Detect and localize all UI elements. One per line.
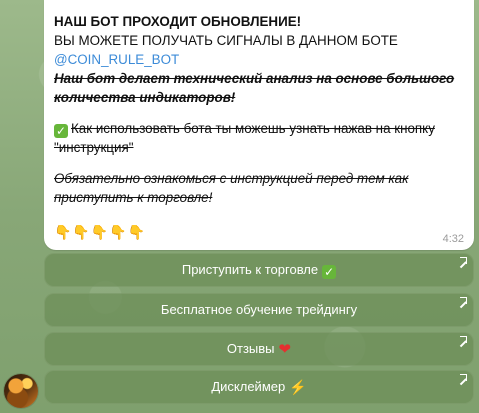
start-trading-label: Приступить к торговле <box>181 262 319 277</box>
warning-line-1: Обязательно ознакомься с инструкцией пер… <box>54 171 409 186</box>
message-subtitle: ВЫ МОЖЕТЕ ПОЛУЧАТЬ СИГНАЛЫ В ДАННОМ БОТЕ <box>54 33 398 48</box>
instruction-line-1: ✓ Как использовать бота ты можешь узнать … <box>54 121 435 138</box>
message-text: НАШ БОТ ПРОХОДИТ ОБНОВЛЕНИЕ! ВЫ МОЖЕТЕ П… <box>54 12 464 207</box>
bot-link[interactable]: @COIN_RULE_BOT <box>54 50 464 69</box>
start-trading-button[interactable]: Приступить к торговле ✓ <box>44 253 474 287</box>
heart-icon: ❤ <box>278 341 292 358</box>
free-training-button[interactable]: Бесплатное обучение трейдингу <box>44 293 474 327</box>
disclaimer-button[interactable]: Дисклеймер ⚡ <box>44 370 474 404</box>
message-time: 4:32 <box>442 233 464 245</box>
message-bubble: НАШ БОТ ПРОХОДИТ ОБНОВЛЕНИЕ! ВЫ МОЖЕТЕ П… <box>44 0 474 250</box>
external-link-icon <box>458 297 467 306</box>
check-icon: ✓ <box>322 265 337 279</box>
avatar <box>4 374 38 408</box>
external-link-icon <box>458 336 467 345</box>
external-link-icon <box>458 374 467 383</box>
instruction-line-2: "инструкция" <box>54 140 134 155</box>
lightning-icon: ⚡ <box>289 379 307 395</box>
analysis-line-2: количества индикаторов! <box>54 90 236 105</box>
external-link-icon <box>458 257 467 266</box>
check-icon: ✓ <box>54 124 68 138</box>
analysis-line-1: Наш бот делает технический анализ на осн… <box>54 71 455 86</box>
free-training-label: Бесплатное обучение трейдингу <box>160 302 358 317</box>
pointing-hands-icon: 👇👇👇👇👇 <box>54 225 147 241</box>
message-title: НАШ БОТ ПРОХОДИТ ОБНОВЛЕНИЕ! <box>54 14 302 29</box>
reviews-button[interactable]: Отзывы ❤ <box>44 332 474 366</box>
warning-line-2: приступить к торговле! <box>54 190 213 205</box>
disclaimer-label: Дисклеймер <box>211 379 286 394</box>
reviews-label: Отзывы <box>226 341 275 356</box>
